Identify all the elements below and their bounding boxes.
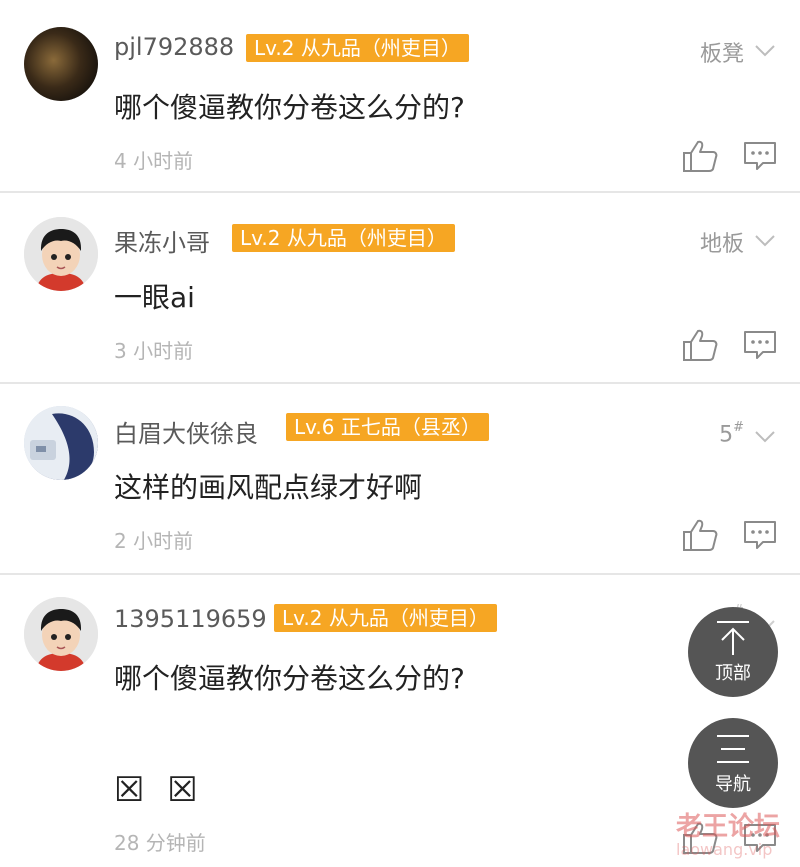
floor-number: 地板 [699, 232, 744, 257]
floor-number: 5 [719, 422, 734, 448]
back-to-top-button[interactable]: 顶部 [688, 607, 778, 697]
timestamp: 3 小时前 [114, 339, 194, 363]
comment-item: 果冻小哥 Lv.2 从九品（州吏目） 地板 一眼ai 3 小时前 [0, 193, 800, 383]
timestamp: 2 小时前 [114, 529, 194, 553]
comment-bubble-icon[interactable] [742, 140, 778, 172]
thumbs-up-icon[interactable] [682, 328, 718, 362]
watermark-url: laowang.vip [676, 840, 773, 859]
chevron-down-icon[interactable] [754, 44, 776, 58]
thumbs-up-icon[interactable] [682, 139, 718, 173]
menu-icon [717, 735, 749, 763]
comment-text: 哪个傻逼教你分卷这么分的? [114, 91, 465, 124]
username[interactable]: 白眉大侠徐良 [114, 414, 258, 449]
username[interactable]: 果冻小哥 [114, 223, 210, 258]
floor-label: 板凳 [700, 36, 744, 68]
comment-text: 一眼ai [114, 281, 195, 314]
floor-label: 地板 [700, 226, 744, 258]
level-badge: Lv.2 从九品（州吏目） [246, 34, 469, 62]
timestamp: 28 分钟前 [114, 831, 206, 855]
comment-item: 白眉大侠徐良 Lv.6 正七品（县丞） 5# 这样的画风配点绿才好啊 2 小时前 [0, 384, 800, 574]
arrow-up-icon [717, 621, 749, 655]
level-badge: Lv.2 从九品（州吏目） [274, 604, 497, 632]
thumbs-up-icon[interactable] [682, 518, 718, 552]
username[interactable]: 1395119659 [114, 605, 267, 633]
floor-sup: # [733, 420, 744, 435]
username[interactable]: pjl792888 [114, 33, 234, 61]
floor-label: 5# [719, 420, 744, 448]
avatar[interactable] [24, 27, 98, 101]
timestamp: 4 小时前 [114, 149, 194, 173]
level-badge: Lv.6 正七品（县丞） [286, 413, 489, 441]
navigation-label: 导航 [715, 774, 751, 795]
comment-text: 哪个傻逼教你分卷这么分的? [114, 662, 465, 695]
chevron-down-icon[interactable] [754, 234, 776, 248]
navigation-button[interactable]: 导航 [688, 718, 778, 808]
floor-number: 板凳 [699, 42, 744, 67]
back-to-top-label: 顶部 [715, 663, 751, 684]
comment-item: pjl792888 Lv.2 从九品（州吏目） 板凳 哪个傻逼教你分卷这么分的?… [0, 0, 800, 192]
comment-bubble-icon[interactable] [742, 519, 778, 551]
comment-emoji: ☒ ☒ [114, 770, 204, 810]
comment-text: 这样的画风配点绿才好啊 [114, 471, 423, 504]
chevron-down-icon[interactable] [754, 430, 776, 444]
level-badge: Lv.2 从九品（州吏目） [232, 224, 455, 252]
avatar[interactable] [24, 597, 98, 671]
comment-bubble-icon[interactable] [742, 329, 778, 361]
avatar[interactable] [24, 217, 98, 291]
watermark: 老王论坛 [676, 812, 781, 842]
avatar[interactable] [24, 406, 98, 480]
